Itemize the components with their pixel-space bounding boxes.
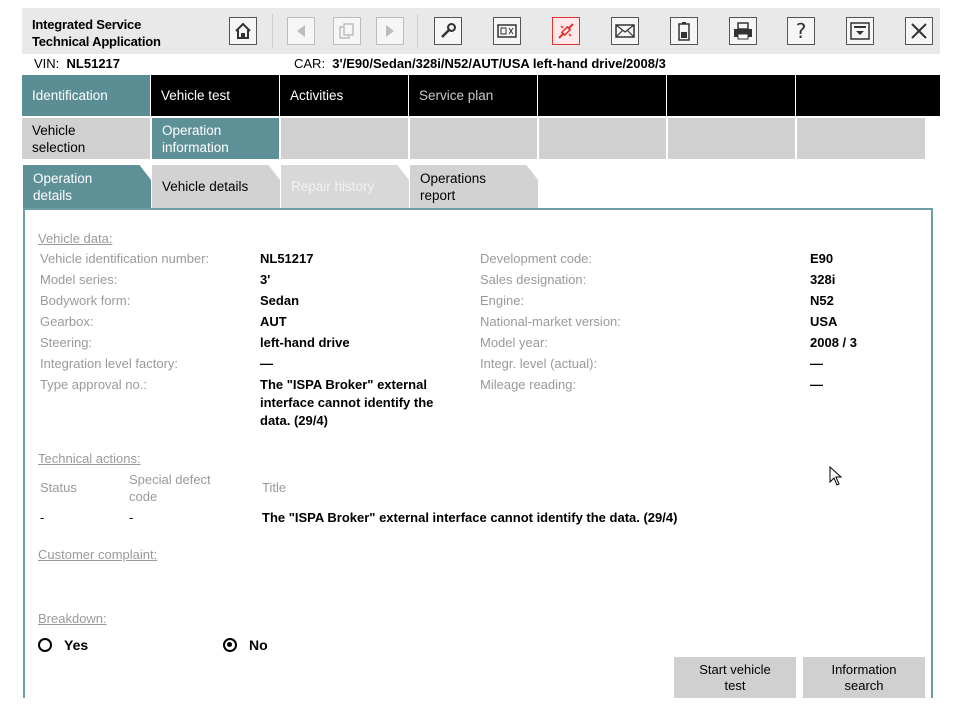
type-approval-value: The "ISPA Broker" external interface can…	[260, 376, 433, 430]
vehicle-data-heading: Vehicle data:	[38, 231, 112, 246]
row-title: The "ISPA Broker" external interface can…	[262, 509, 677, 527]
development-code-label: Development code:	[480, 251, 592, 266]
subtab-operation-information[interactable]: Operationinformation	[152, 118, 279, 159]
row-status: -	[40, 509, 44, 527]
print-icon[interactable]	[729, 17, 757, 45]
integration-level-actual-label: Integr. level (actual):	[480, 356, 597, 371]
information-search-button[interactable]: Information search	[803, 657, 925, 698]
breakdown-heading: Breakdown:	[38, 611, 107, 626]
help-icon[interactable]: ?	[787, 17, 815, 45]
gearbox-label: Gearbox:	[40, 314, 93, 329]
subtab-empty-3	[539, 118, 666, 159]
bodywork-label: Bodywork form:	[40, 293, 130, 308]
integration-level-factory-label: Integration level factory:	[40, 356, 178, 371]
tab-repair-history[interactable]: Repair history	[281, 165, 409, 208]
operation-details-panel: Vehicle data: Vehicle identification num…	[23, 208, 933, 698]
national-market-value: USA	[810, 313, 837, 331]
copy-icon[interactable]	[333, 17, 361, 45]
wrench-icon[interactable]	[434, 17, 462, 45]
minimize-icon[interactable]	[846, 17, 874, 45]
tab-empty-2	[667, 75, 796, 116]
top-toolbar: Integrated Service Technical Application…	[22, 8, 940, 55]
tab-empty-3	[796, 75, 940, 116]
app-title: Integrated Service Technical Application	[32, 16, 161, 50]
home-icon[interactable]	[229, 17, 257, 45]
tab-activities[interactable]: Activities	[280, 75, 409, 116]
battery-icon[interactable]	[670, 17, 698, 45]
model-series-label: Model series:	[40, 272, 117, 287]
model-year-value: 2008 / 3	[810, 334, 857, 352]
steering-label: Steering:	[40, 335, 92, 350]
sub-navigation: Vehicleselection Operationinformation	[22, 118, 940, 159]
column-special-defect-code: Special defect code	[129, 471, 211, 505]
tab-identification[interactable]: Identification	[22, 75, 151, 116]
model-year-label: Model year:	[480, 335, 548, 350]
technical-actions-heading: Technical actions:	[38, 451, 141, 466]
close-icon[interactable]	[905, 17, 933, 45]
main-navigation: Identification Vehicle test Activities S…	[22, 75, 940, 116]
type-approval-label: Type approval no.:	[40, 377, 147, 392]
row-code: -	[129, 509, 133, 527]
tab-vehicle-test[interactable]: Vehicle test	[151, 75, 280, 116]
subtab-empty-2	[410, 118, 537, 159]
breakdown-yes-radio[interactable]: Yes	[38, 637, 88, 653]
sales-designation-value: 328i	[810, 271, 835, 289]
subtab-empty-4	[668, 118, 795, 159]
vin-label: Vehicle identification number:	[40, 251, 209, 266]
national-market-label: National-market version:	[480, 314, 621, 329]
development-code-value: E90	[810, 250, 833, 268]
car-display: CAR: 3'/E90/Sedan/328i/N52/AUT/USA left-…	[294, 56, 666, 71]
bodywork-value: Sedan	[260, 292, 299, 310]
mail-icon[interactable]	[611, 17, 639, 45]
gearbox-value: AUT	[260, 313, 287, 331]
connection-icon[interactable]	[552, 17, 580, 45]
mouse-cursor-icon	[829, 466, 843, 486]
measure-icon[interactable]	[493, 17, 521, 45]
radio-unchecked-icon	[38, 638, 52, 652]
column-title: Title	[262, 480, 286, 495]
radio-checked-icon	[223, 638, 237, 652]
forward-arrow-icon[interactable]	[376, 17, 404, 45]
tab-operation-details[interactable]: Operationdetails	[23, 165, 151, 208]
engine-label: Engine:	[480, 293, 524, 308]
subtab-vehicle-selection[interactable]: Vehicleselection	[22, 118, 150, 159]
mileage-label: Mileage reading:	[480, 377, 576, 392]
vehicle-info-bar: VIN: NL51217 CAR: 3'/E90/Sedan/328i/N52/…	[22, 54, 940, 74]
vin-display: VIN: NL51217	[34, 56, 120, 71]
customer-complaint-heading: Customer complaint:	[38, 547, 157, 562]
start-vehicle-test-button[interactable]: Start vehicle test	[674, 657, 796, 698]
tab-service-plan[interactable]: Service plan	[409, 75, 538, 116]
breakdown-no-radio[interactable]: No	[223, 637, 268, 653]
column-status: Status	[40, 480, 77, 495]
model-series-value: 3'	[260, 271, 270, 289]
back-arrow-icon[interactable]	[287, 17, 315, 45]
tab-vehicle-details[interactable]: Vehicle details	[152, 165, 280, 208]
mileage-value: —	[810, 376, 823, 394]
tab-empty-1	[538, 75, 667, 116]
integration-level-factory-value: —	[260, 355, 273, 373]
sales-designation-label: Sales designation:	[480, 272, 586, 287]
vin-value: NL51217	[260, 250, 313, 268]
integration-level-actual-value: —	[810, 355, 823, 373]
steering-value: left-hand drive	[260, 334, 350, 352]
subtab-empty-1	[281, 118, 408, 159]
subtab-empty-5	[797, 118, 925, 159]
engine-value: N52	[810, 292, 834, 310]
tab-operations-report[interactable]: Operationsreport	[410, 165, 538, 208]
